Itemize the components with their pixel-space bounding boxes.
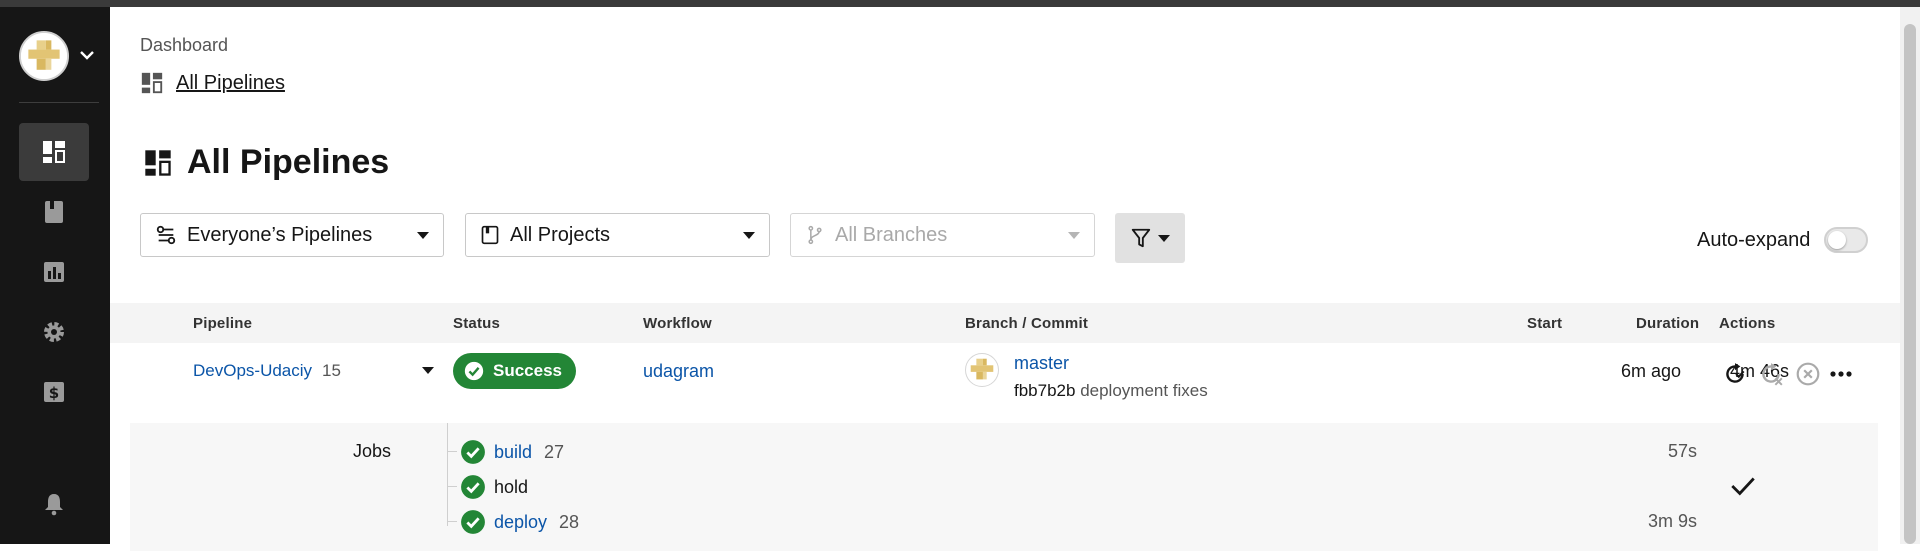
column-header-duration: Duration — [1636, 315, 1700, 332]
status-badge[interactable]: Success — [453, 353, 576, 389]
insights-icon — [44, 262, 64, 282]
caret-down-icon — [1158, 234, 1170, 242]
start-time: 6m ago — [1620, 361, 1681, 381]
sidebar-item-notifications[interactable] — [19, 475, 89, 533]
sidebar-item-insights[interactable] — [19, 243, 89, 301]
pipeline-name-link[interactable]: DevOps-Udaciy — [193, 361, 312, 381]
job-item-deploy: deploy 28 — [460, 509, 579, 535]
caret-down-icon — [417, 231, 429, 239]
job-name: hold — [494, 476, 529, 497]
job-duration: 57s — [1667, 441, 1697, 461]
main-content: Dashboard All Pipelines All Pipelines Ev… — [110, 7, 1900, 551]
jobs-label: Jobs — [353, 441, 392, 461]
toggle-knob — [1828, 231, 1846, 249]
dashboard-icon — [43, 141, 65, 163]
committer-avatar — [965, 353, 999, 387]
check-circle-icon — [461, 475, 485, 499]
pipelines-scope-dropdown[interactable]: Everyone’s Pipelines — [140, 213, 444, 257]
sidebar-item-projects[interactable] — [19, 183, 89, 241]
rerun-failed-icon[interactable] — [1758, 361, 1784, 387]
job-name-link[interactable]: build — [494, 442, 532, 463]
org-avatar — [19, 31, 69, 81]
plans-icon: $ — [44, 382, 64, 402]
job-tree-line — [447, 423, 448, 526]
project-dropdown[interactable]: All Projects — [465, 213, 770, 257]
auto-expand-label: Auto-expand — [1697, 229, 1811, 251]
sidebar-item-dashboard[interactable] — [19, 123, 89, 181]
project-icon — [481, 225, 499, 245]
pipeline-number: 15 — [322, 361, 341, 380]
pipelines-icon — [156, 225, 176, 245]
sidebar-item-plans[interactable]: $ — [19, 363, 89, 421]
commit-info: fbb7b2b deployment fixes — [1014, 381, 1208, 401]
branch-icon — [808, 225, 822, 245]
org-switcher[interactable] — [19, 31, 99, 85]
branch-link[interactable]: master — [1014, 353, 1069, 374]
branch-placeholder: All Branches — [835, 223, 948, 246]
breadcrumb-current-link[interactable]: All Pipelines — [176, 72, 285, 95]
job-tree-branch — [447, 451, 457, 452]
column-header-start: Start — [1527, 315, 1563, 332]
svg-text:$: $ — [49, 384, 59, 402]
job-duration: 3m 9s — [1647, 511, 1697, 531]
projects-icon — [45, 201, 63, 223]
rerun-icon[interactable] — [1722, 361, 1748, 387]
commit-hash[interactable]: fbb7b2b — [1014, 381, 1075, 400]
pipelines-scope-value: Everyone’s Pipelines — [187, 223, 373, 246]
sidebar: $ — [0, 7, 110, 544]
page-header: All Pipelines — [143, 143, 389, 182]
workflow-link[interactable]: udagram — [643, 361, 714, 382]
filter-icon — [1131, 228, 1151, 248]
page-title: All Pipelines — [187, 143, 390, 181]
approved-check-icon[interactable] — [1728, 471, 1758, 501]
job-item-hold: hold — [460, 474, 528, 500]
auto-expand-toggle[interactable] — [1824, 227, 1868, 253]
filter-button[interactable] — [1115, 213, 1185, 263]
window-top-bar — [0, 0, 1920, 7]
job-number: 27 — [544, 441, 565, 462]
column-header-status: Status — [453, 315, 501, 332]
bell-icon — [45, 494, 63, 516]
check-circle-icon — [461, 440, 485, 464]
caret-down-icon — [1068, 231, 1080, 239]
check-circle-icon — [464, 361, 484, 381]
column-header-branch-commit: Branch / Commit — [965, 315, 1089, 332]
breadcrumb-root: Dashboard — [140, 35, 229, 55]
sidebar-item-settings[interactable] — [19, 303, 89, 361]
column-header-actions: Actions — [1719, 315, 1776, 332]
expand-row-caret-icon[interactable] — [422, 367, 434, 374]
sidebar-divider — [19, 102, 99, 103]
caret-down-icon — [743, 231, 755, 239]
dashboard-icon — [145, 149, 171, 176]
more-options-icon[interactable] — [1828, 361, 1854, 387]
project-value: All Projects — [510, 223, 611, 246]
breadcrumb: All Pipelines — [140, 71, 285, 95]
column-header-workflow: Workflow — [643, 315, 712, 332]
job-number: 28 — [559, 511, 580, 532]
gear-icon — [44, 322, 64, 342]
status-text: Success — [493, 361, 562, 380]
check-circle-icon — [461, 510, 485, 534]
job-tree-branch — [447, 486, 457, 487]
job-name-link[interactable]: deploy — [494, 512, 547, 533]
branch-dropdown[interactable]: All Branches — [790, 213, 1095, 257]
column-header-pipeline: Pipeline — [193, 315, 253, 332]
chevron-down-icon — [80, 51, 94, 60]
cancel-icon[interactable] — [1795, 361, 1821, 387]
jobs-panel: Jobs build 27 57s hold deploy 28 3m 9s — [130, 423, 1878, 551]
dashboard-icon — [141, 72, 163, 94]
job-tree-branch — [447, 521, 457, 522]
job-item-build: build 27 — [460, 439, 564, 465]
table-header: Pipeline Status Workflow Branch / Commit… — [110, 303, 1900, 343]
table-row: DevOps-Udaciy 15 Success udagram master … — [110, 343, 1900, 423]
scrollbar-thumb[interactable] — [1904, 24, 1916, 544]
commit-message: deployment fixes — [1080, 381, 1208, 400]
